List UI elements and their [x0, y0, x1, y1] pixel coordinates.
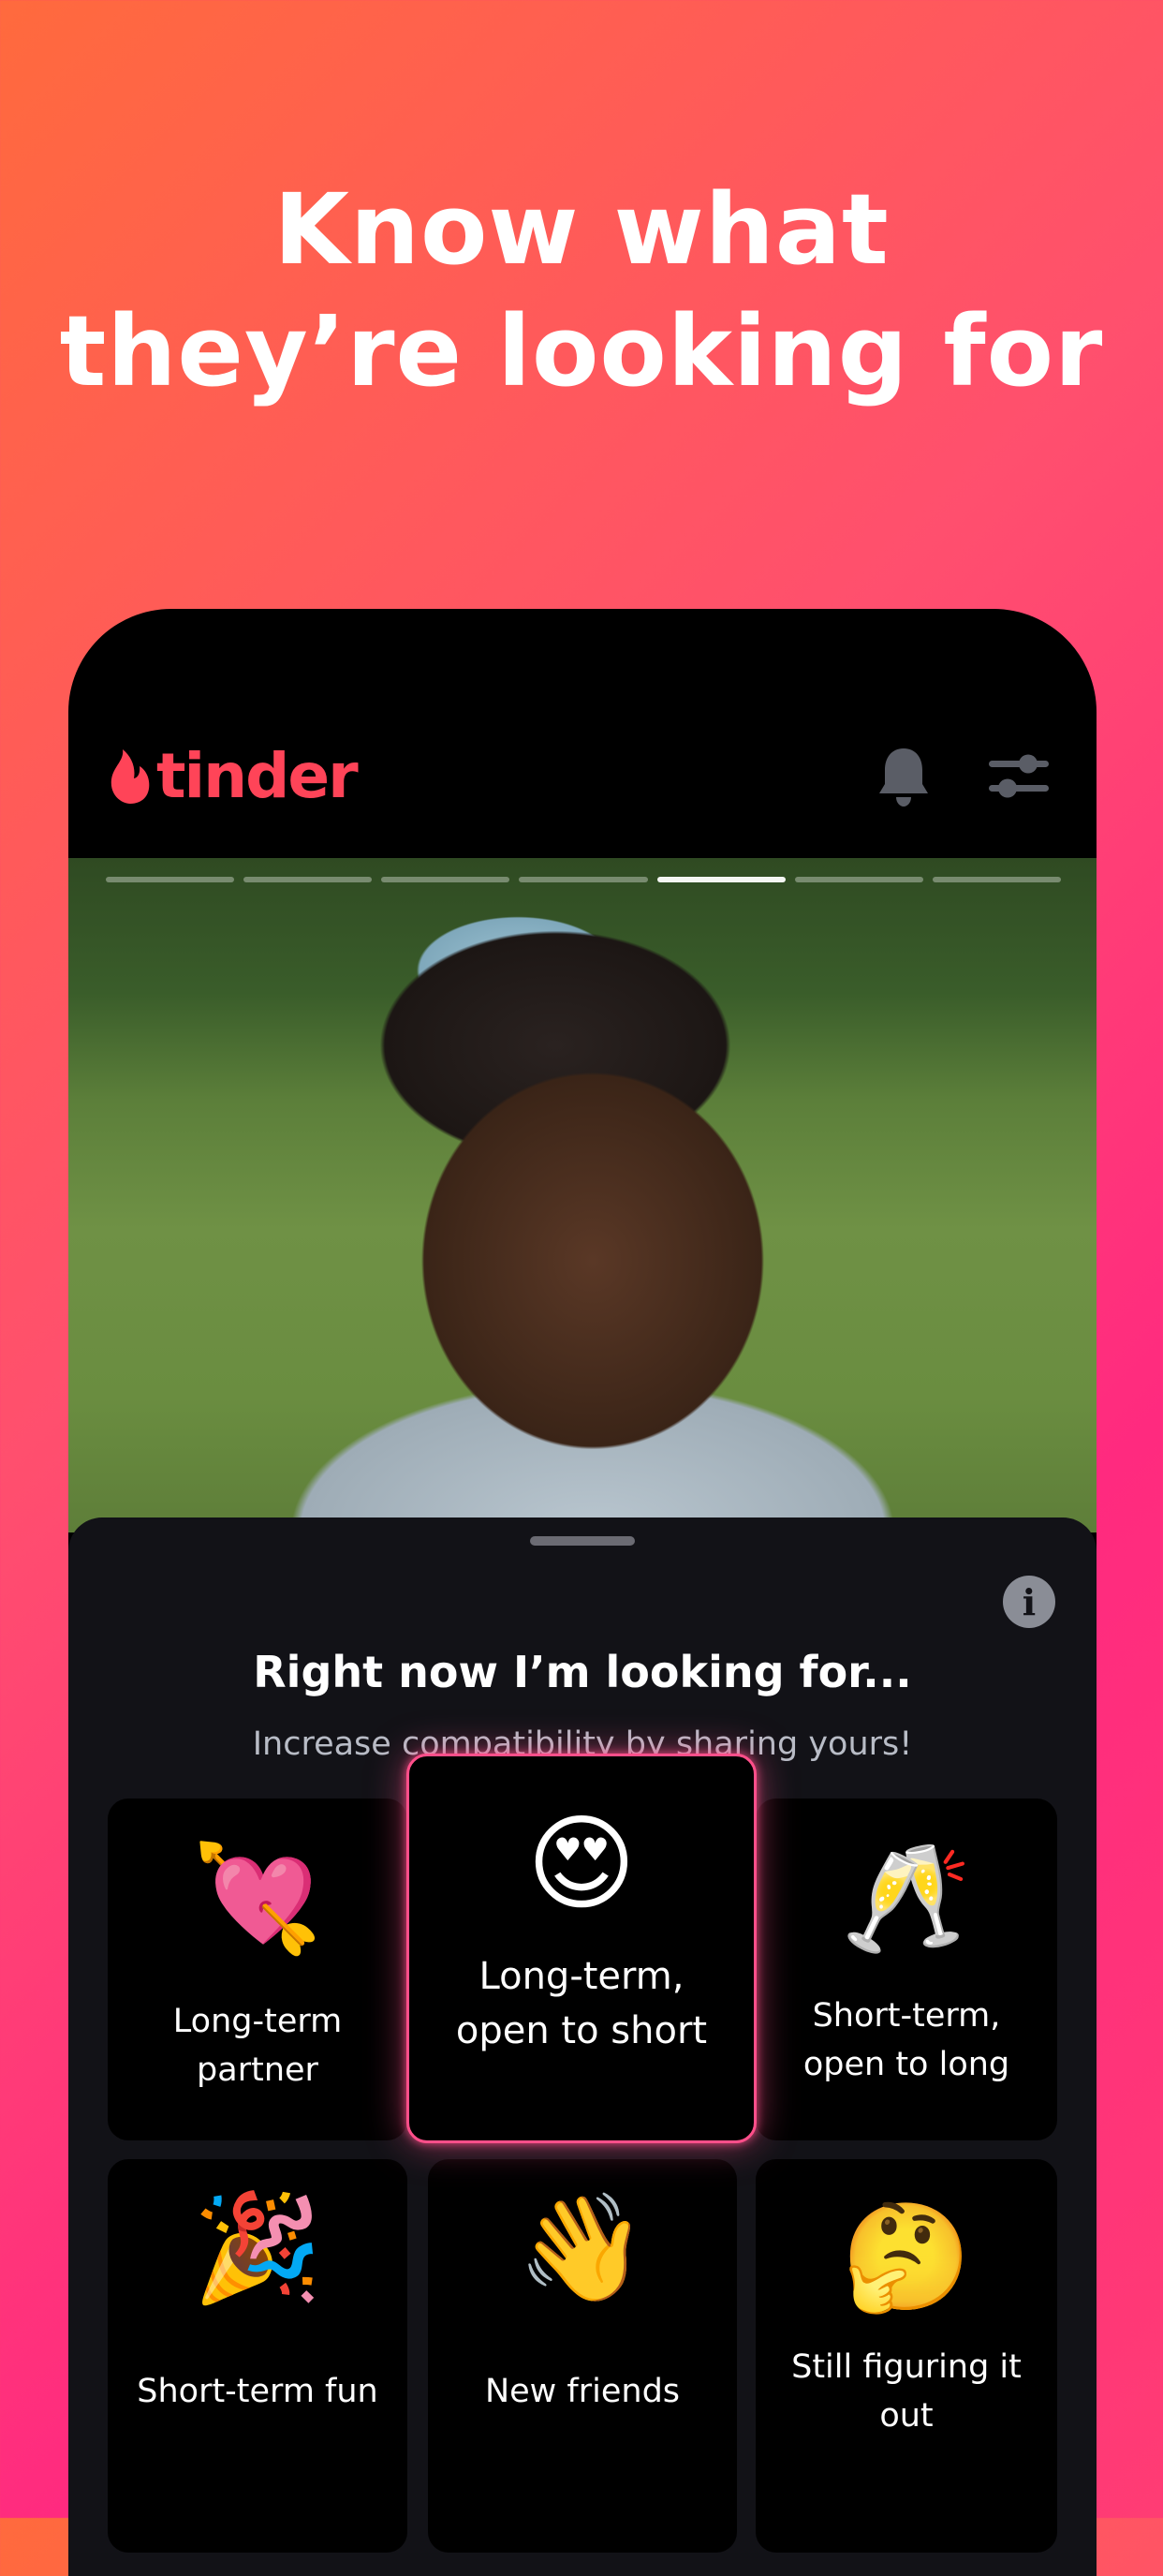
option-card-long-term-partner[interactable]: 💘 Long-term partner [108, 1799, 407, 2140]
champagne-glasses-icon: 🥂 [841, 1838, 972, 1960]
option-label: Still figuring it out [791, 2348, 1022, 2435]
photo-progress-segment [243, 877, 373, 882]
option-label: Short-term fun [137, 2373, 378, 2410]
option-card-short-term-fun[interactable]: 🎉 Short-term fun [108, 2159, 407, 2553]
heart-eyes-icon: 😍 [526, 1803, 637, 1925]
waving-hand-icon: 👋 [517, 2187, 648, 2309]
option-card-still-figuring-it-out[interactable]: 🤔 Still figuring it out [756, 2159, 1057, 2553]
headline-line-1: Know what [273, 172, 890, 287]
phone-frame: tinder i Right now I’m looking for... In… [68, 609, 1097, 2576]
option-label: Long-term, open to short [455, 1955, 708, 2052]
photo-progress-bar [106, 877, 1061, 882]
photo-progress-segment [519, 877, 648, 882]
flame-icon [110, 748, 150, 804]
option-card-new-friends[interactable]: 👋 New friends [428, 2159, 737, 2553]
photo-progress-segment [794, 877, 923, 882]
photo-progress-segment [932, 877, 1061, 882]
profile-photo[interactable] [68, 858, 1097, 1532]
top-bar: tinder [68, 740, 1097, 824]
option-label: Short-term, open to long [802, 1997, 1010, 2083]
info-icon[interactable]: i [1003, 1576, 1055, 1628]
option-card-short-term-open-to-long[interactable]: 🥂 Short-term, open to long [756, 1799, 1057, 2140]
looking-for-sheet: i Right now I’m looking for... Increase … [68, 1517, 1097, 2576]
option-label: New friends [484, 2373, 681, 2410]
photo-progress-segment [656, 877, 786, 882]
sheet-title: Right now I’m looking for... [253, 1647, 912, 1697]
thinking-face-icon: 🤔 [841, 2197, 972, 2318]
photo-progress-segment [381, 877, 510, 882]
tinder-logo[interactable]: tinder [106, 740, 359, 812]
photo-progress-segment [106, 877, 235, 882]
cupid-heart-icon: 💘 [192, 1838, 323, 1960]
logo-text: tinder [156, 740, 359, 812]
bell-icon[interactable] [876, 745, 932, 808]
headline: Know what they’re looking for [0, 169, 1163, 412]
sheet-drag-handle[interactable] [530, 1536, 635, 1546]
filter-sliders-icon[interactable] [989, 749, 1049, 802]
option-card-long-term-open-to-short[interactable]: 😍 Long-term, open to short [406, 1754, 757, 2143]
party-popper-icon: 🎉 [192, 2187, 323, 2309]
headline-line-2: they’re looking for [59, 294, 1104, 408]
option-label: Long-term partner [172, 2003, 343, 2089]
